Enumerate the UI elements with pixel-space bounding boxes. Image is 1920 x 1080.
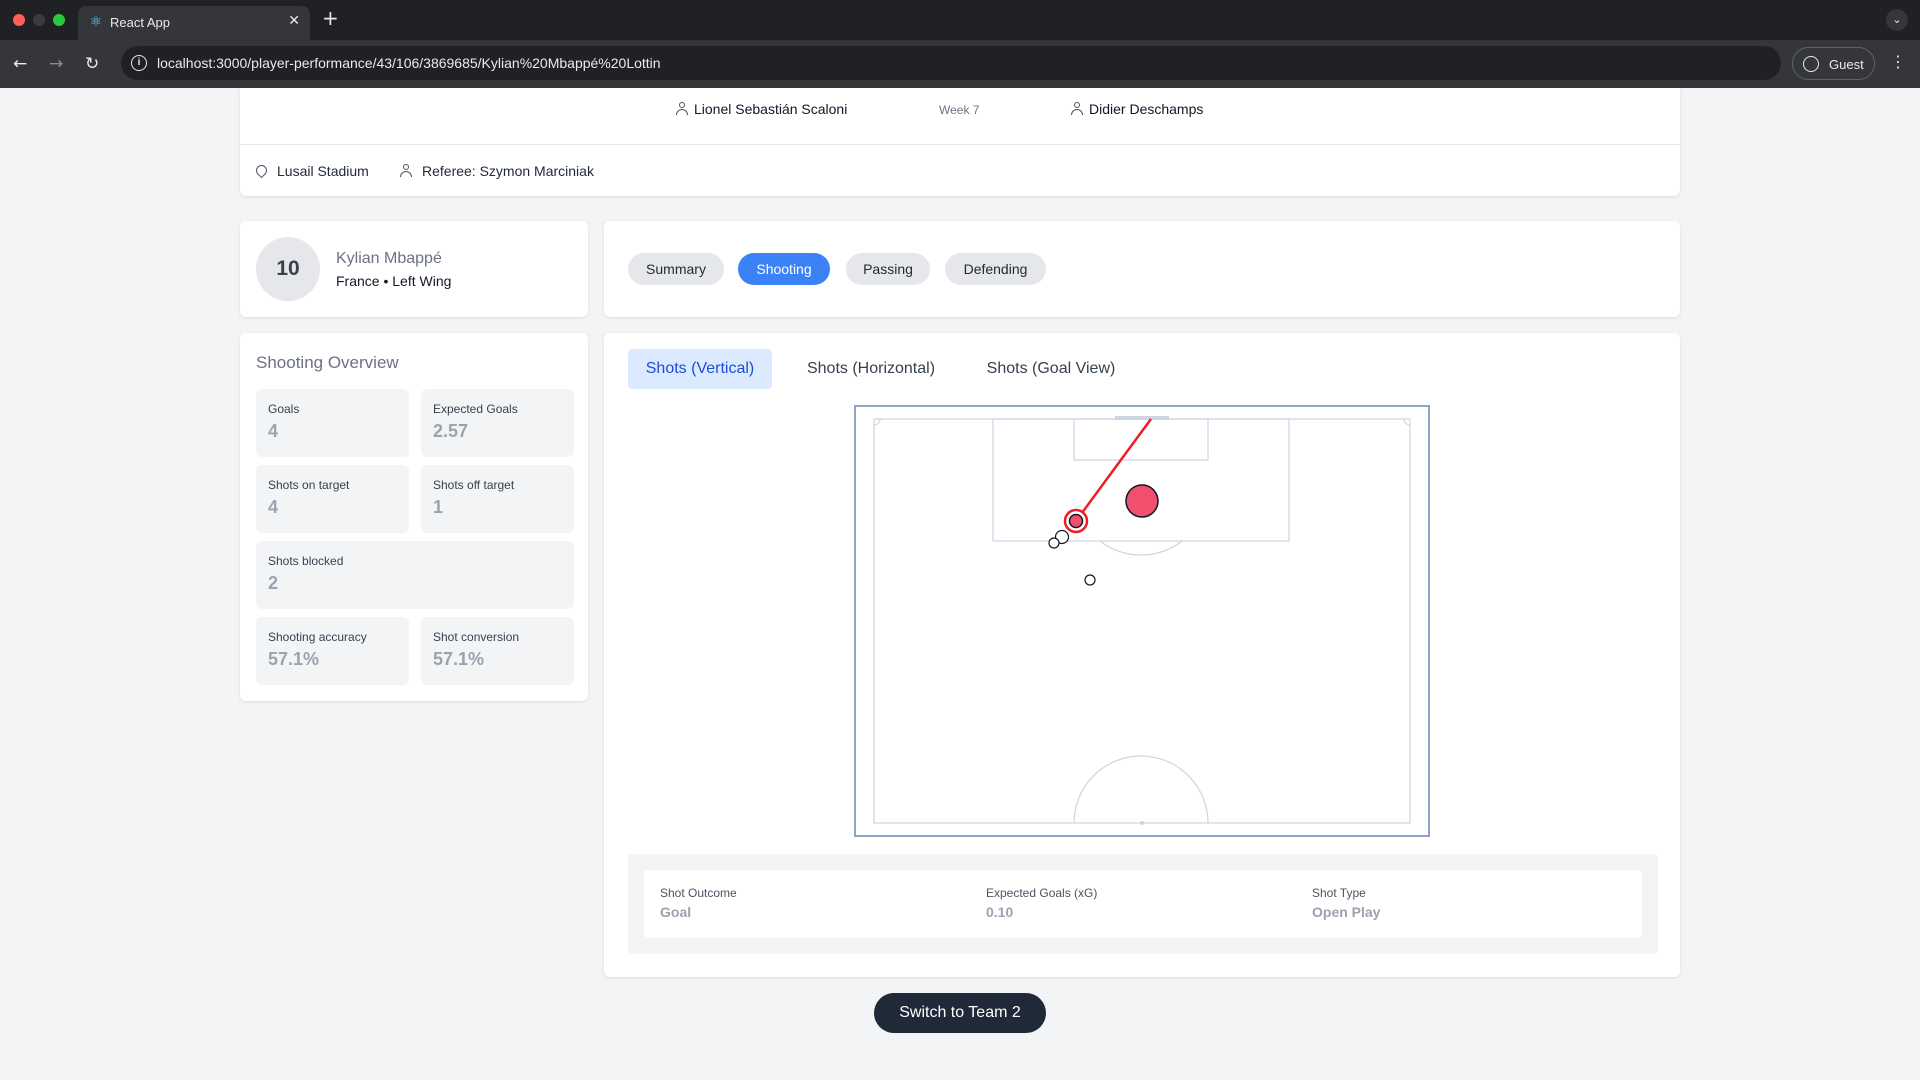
tab-defending[interactable]: Defending bbox=[945, 253, 1046, 285]
stat-tile-expected-goals: Expected Goals 2.57 bbox=[421, 389, 574, 457]
center-spot bbox=[1140, 821, 1144, 825]
site-info-icon[interactable]: i bbox=[131, 55, 147, 71]
window-close-button[interactable] bbox=[13, 14, 25, 26]
person-icon bbox=[1071, 102, 1083, 115]
stat-label: Shots off target bbox=[433, 478, 515, 492]
away-coach-name: Didier Deschamps bbox=[1089, 101, 1204, 117]
stat-label: Expected Goals bbox=[433, 402, 518, 416]
away-coach: Didier Deschamps bbox=[1071, 101, 1203, 117]
shot-xg-label: Expected Goals (xG) bbox=[986, 886, 1098, 900]
tab-title: React App bbox=[110, 15, 170, 30]
shots-card: Shots (Vertical) Shots (Horizontal) Shot… bbox=[604, 333, 1680, 977]
stat-value: 2 bbox=[268, 573, 279, 593]
window-minimize-button[interactable] bbox=[33, 14, 45, 26]
shot-type-label: Shot Type bbox=[1312, 886, 1366, 900]
tab-shots-horizontal[interactable]: Shots (Horizontal) bbox=[788, 349, 954, 389]
address-bar[interactable]: i localhost:3000/player-performance/43/1… bbox=[121, 46, 1781, 80]
stat-tabs-card: Summary Shooting Passing Defending bbox=[604, 221, 1680, 317]
react-icon: ⚛ bbox=[89, 14, 103, 30]
stat-value: 1 bbox=[433, 497, 444, 517]
shot-marker[interactable] bbox=[1084, 574, 1096, 586]
stat-label: Shooting accuracy bbox=[268, 630, 367, 644]
window-maximize-button[interactable] bbox=[53, 14, 65, 26]
shot-details-panel: Shot Outcome Goal Expected Goals (xG) 0.… bbox=[628, 854, 1658, 954]
venue-name: Lusail Stadium bbox=[277, 163, 369, 179]
shot-marker-selected-core bbox=[1068, 513, 1084, 529]
overview-title: Shooting Overview bbox=[256, 353, 399, 372]
home-coach-name: Lionel Sebastián Scaloni bbox=[694, 101, 848, 117]
browser-menu-icon[interactable]: ⋮ bbox=[1890, 52, 1906, 71]
match-week: Week 7 bbox=[939, 103, 980, 117]
location-pin-icon bbox=[253, 162, 270, 179]
divider bbox=[240, 144, 1680, 145]
shot-xg-value: 0.10 bbox=[986, 904, 1014, 920]
stat-label: Shots on target bbox=[268, 478, 350, 492]
stat-label: Shot conversion bbox=[433, 630, 520, 644]
shot-details: Shot Outcome Goal Expected Goals (xG) 0.… bbox=[644, 870, 1642, 938]
tab-close-icon[interactable]: ✕ bbox=[288, 13, 300, 29]
referee: Referee: Szymon Marciniak bbox=[400, 163, 594, 179]
person-icon bbox=[676, 102, 688, 115]
stat-value: 4 bbox=[268, 421, 279, 441]
stat-tile-shots-on-target: Shots on target 4 bbox=[256, 465, 409, 533]
profile-icon bbox=[1803, 56, 1819, 72]
tab-search-chevron-icon[interactable]: ⌄ bbox=[1886, 9, 1908, 31]
player-meta: France • Left Wing bbox=[336, 273, 452, 289]
tab-summary[interactable]: Summary bbox=[628, 253, 724, 285]
venue: Lusail Stadium bbox=[253, 162, 369, 179]
match-header-card: Lionel Sebastián Scaloni Week 7 Didier D… bbox=[240, 88, 1680, 196]
stat-value: 57.1% bbox=[268, 649, 320, 669]
shooting-overview-card: Shooting Overview Goals 4 Expected Goals… bbox=[240, 333, 588, 701]
shot-map-pitch bbox=[854, 405, 1430, 837]
back-arrow-icon[interactable]: ← bbox=[13, 52, 27, 76]
reload-icon[interactable]: ↻ bbox=[85, 52, 99, 76]
browser-toolbar: ← → ↻ i localhost:3000/player-performanc… bbox=[0, 40, 1920, 88]
jersey-number: 10 bbox=[256, 237, 320, 301]
home-coach: Lionel Sebastián Scaloni bbox=[676, 101, 847, 117]
shot-marker-goal[interactable] bbox=[1125, 484, 1159, 518]
tab-shooting[interactable]: Shooting bbox=[738, 253, 830, 285]
new-tab-icon[interactable]: + bbox=[322, 6, 339, 30]
stat-label: Shots blocked bbox=[268, 554, 344, 568]
url-text[interactable]: localhost:3000/player-performance/43/106… bbox=[157, 55, 661, 71]
shot-type-value: Open Play bbox=[1312, 904, 1381, 920]
browser-tab[interactable]: ⚛ React App ✕ bbox=[78, 6, 310, 40]
stat-label: Goals bbox=[268, 402, 300, 416]
player-card: 10 Kylian Mbappé France • Left Wing bbox=[240, 221, 588, 317]
shot-outcome-label: Shot Outcome bbox=[660, 886, 737, 900]
profile-button[interactable]: Guest bbox=[1792, 47, 1875, 80]
stat-tile-goals: Goals 4 bbox=[256, 389, 409, 457]
browser-tab-strip: ⚛ React App ✕ + ⌄ bbox=[0, 0, 1920, 40]
tab-passing[interactable]: Passing bbox=[846, 253, 930, 285]
profile-label: Guest bbox=[1829, 57, 1864, 72]
stat-tile-shots-blocked: Shots blocked 2 bbox=[256, 541, 574, 609]
player-name: Kylian Mbappé bbox=[336, 250, 442, 267]
person-icon bbox=[400, 164, 412, 177]
referee-name: Referee: Szymon Marciniak bbox=[422, 163, 594, 179]
stat-tile-shots-off-target: Shots off target 1 bbox=[421, 465, 574, 533]
tab-shots-goal-view[interactable]: Shots (Goal View) bbox=[970, 349, 1132, 389]
pitch-frame bbox=[854, 405, 1430, 837]
stat-tile-shooting-accuracy: Shooting accuracy 57.1% bbox=[256, 617, 409, 685]
stat-value: 57.1% bbox=[433, 649, 485, 669]
switch-team-button[interactable]: Switch to Team 2 bbox=[874, 993, 1046, 1033]
shot-marker[interactable] bbox=[1048, 537, 1060, 549]
stat-value: 4 bbox=[268, 497, 279, 517]
stat-tile-shot-conversion: Shot conversion 57.1% bbox=[421, 617, 574, 685]
tab-shots-vertical[interactable]: Shots (Vertical) bbox=[628, 349, 772, 389]
forward-arrow-icon[interactable]: → bbox=[49, 52, 63, 76]
shot-outcome-value: Goal bbox=[660, 904, 692, 920]
stat-value: 2.57 bbox=[433, 421, 469, 441]
